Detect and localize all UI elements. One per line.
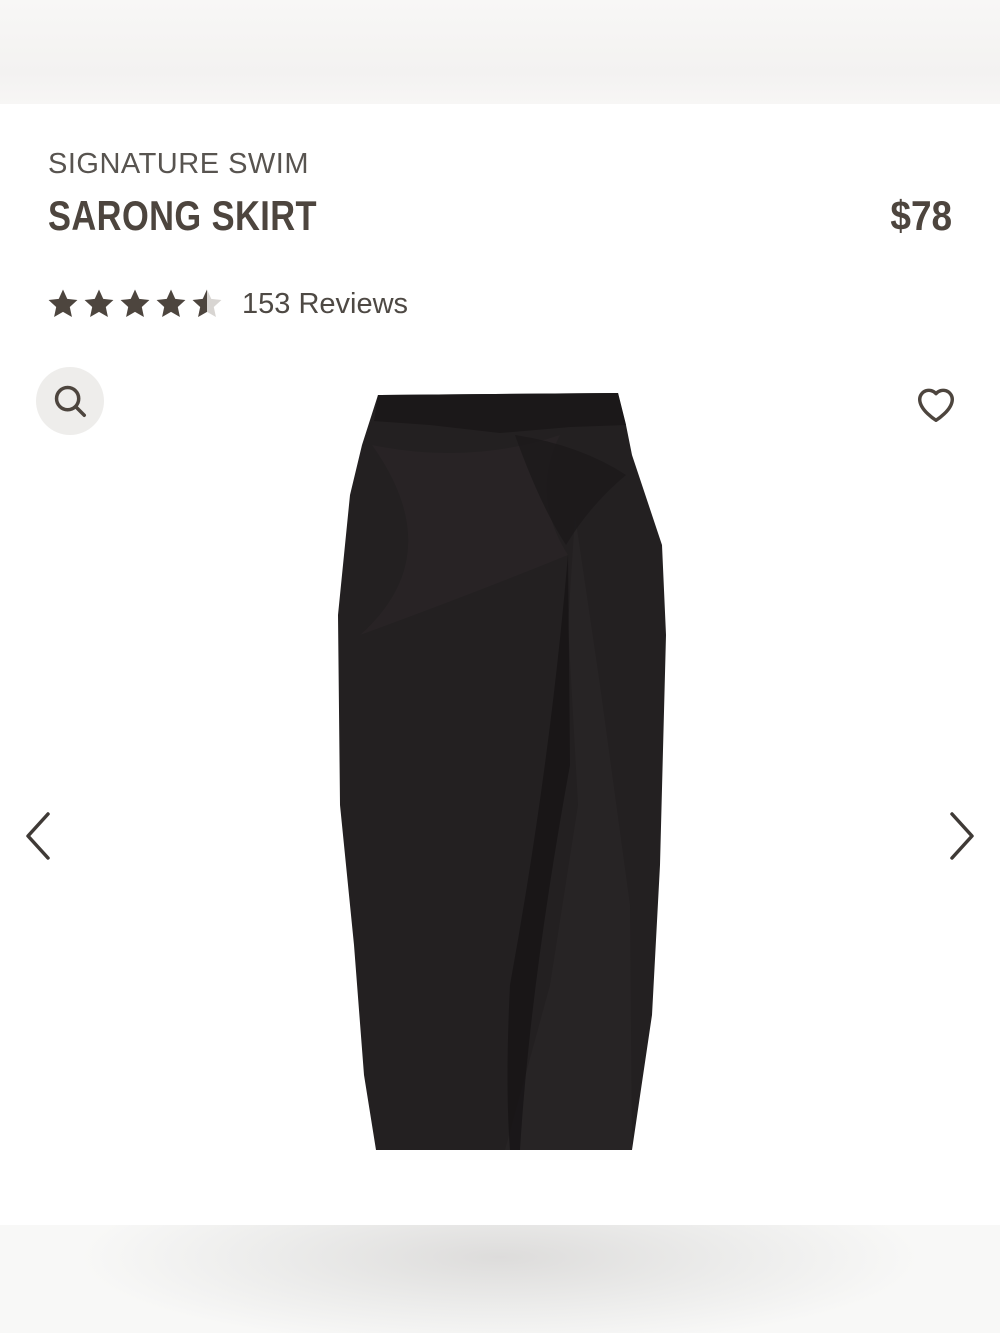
star-icon [84,289,114,318]
product-title: SARONG SKIRT [48,192,317,239]
search-icon [54,385,86,417]
bottom-shade [0,1225,1000,1333]
chevron-right-icon [950,812,974,860]
review-count[interactable]: 153 Reviews [242,288,408,321]
product-price: $78 [890,192,952,239]
star-rating [46,287,224,321]
rating[interactable]: 153 Reviews [46,284,408,324]
product-image [338,393,666,1150]
next-image-button[interactable] [942,806,982,866]
zoom-button[interactable] [36,367,104,435]
star-icon [156,289,186,318]
star-half-icon [192,289,222,318]
previous-image-button[interactable] [18,806,58,866]
chevron-left-icon [26,812,50,860]
star-icon [120,289,150,318]
top-shade [0,0,1000,104]
heart-icon [917,388,955,423]
star-icon [48,289,78,318]
wishlist-button[interactable] [910,378,962,430]
collection-label: SIGNATURE SWIM [48,148,310,180]
